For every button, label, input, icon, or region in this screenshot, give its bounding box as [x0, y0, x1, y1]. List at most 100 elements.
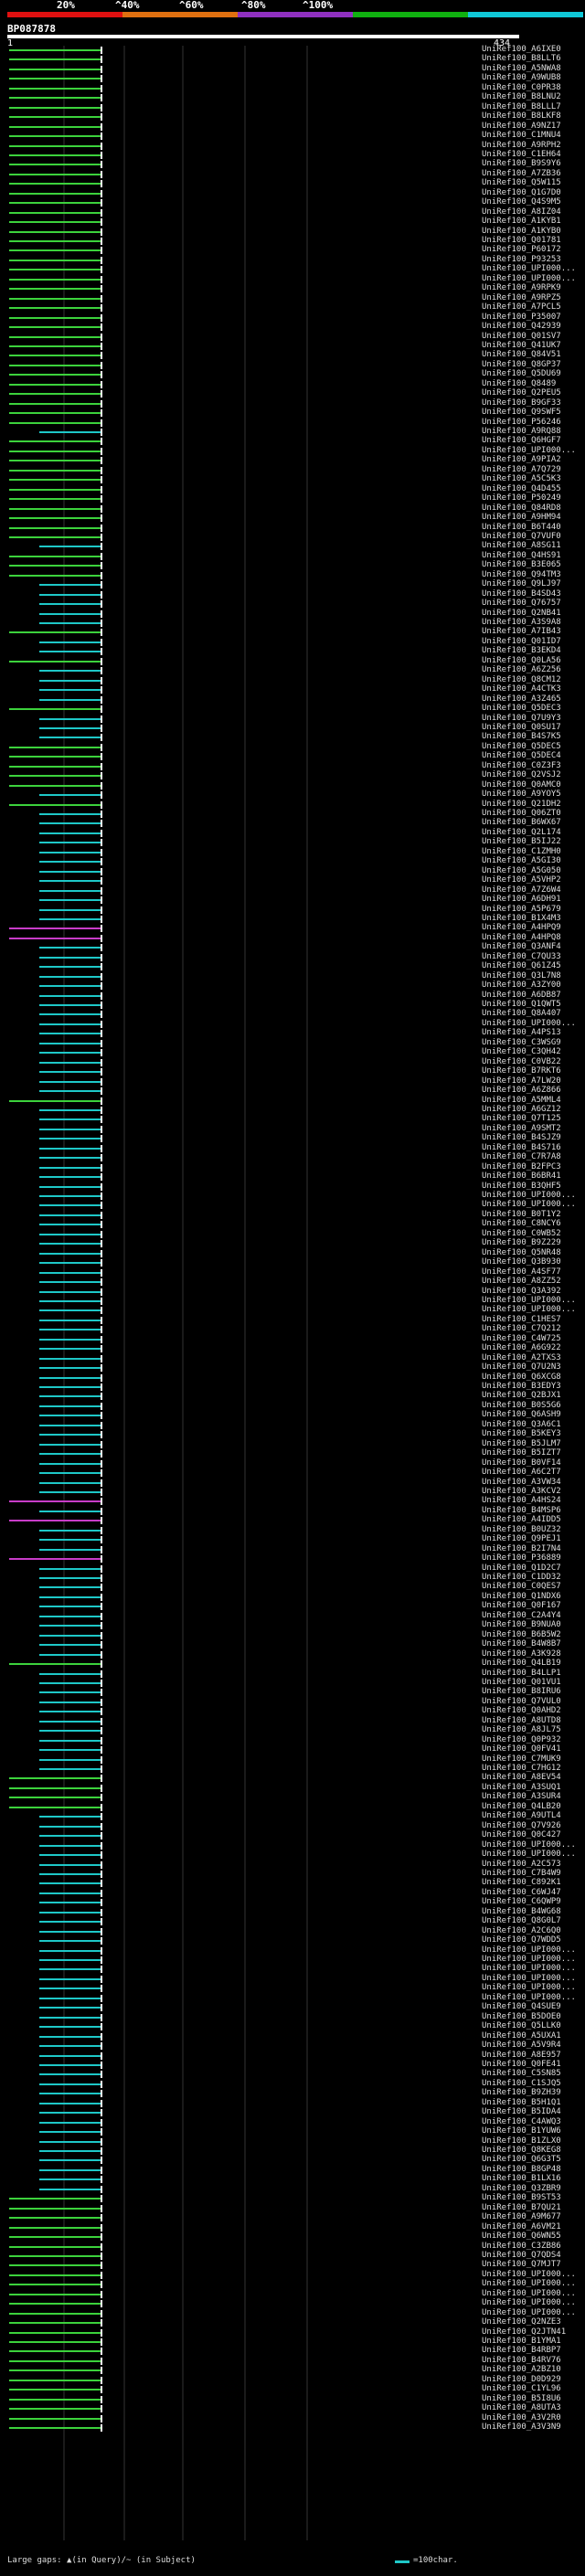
hit-alignment-bar[interactable] [39, 689, 101, 692]
hit-alignment-bar[interactable] [39, 1090, 101, 1093]
hit-label[interactable]: UniRef100_C6QWP9 [482, 1898, 561, 1906]
hit-label[interactable]: UniRef100_Q7T125 [482, 1115, 561, 1123]
hit-alignment-bar[interactable] [39, 1434, 101, 1436]
hit-label[interactable]: UniRef100_B5JLM7 [482, 1439, 561, 1448]
hit-alignment-bar[interactable] [9, 460, 101, 462]
hit-label[interactable]: UniRef100_Q4LB20 [482, 1802, 561, 1811]
hit-alignment-bar[interactable] [9, 2408, 101, 2411]
hit-label[interactable]: UniRef100_Q2VSJ2 [482, 771, 561, 779]
hit-label[interactable]: UniRef100_Q6XCG8 [482, 1373, 561, 1382]
hit-alignment-bar[interactable] [39, 1615, 101, 1617]
hit-label[interactable]: UniRef100_Q3ANF4 [482, 943, 561, 951]
hit-label[interactable]: UniRef100_C7R7A8 [482, 1153, 561, 1161]
hit-label[interactable]: UniRef100_UPI000... [482, 274, 576, 283]
hit-alignment-bar[interactable] [39, 1108, 101, 1111]
hit-label[interactable]: UniRef100_UPI000... [482, 2308, 576, 2317]
hit-alignment-bar[interactable] [39, 2168, 101, 2171]
hit-alignment-bar[interactable] [39, 1080, 101, 1083]
hit-label[interactable]: UniRef100_A1KYB0 [482, 227, 561, 236]
hit-label[interactable]: UniRef100_A6VM21 [482, 2222, 561, 2231]
hit-alignment-bar[interactable] [9, 2379, 101, 2381]
hit-alignment-bar[interactable] [39, 1348, 101, 1351]
hit-label[interactable]: UniRef100_C7Q212 [482, 1325, 561, 1333]
hit-label[interactable]: UniRef100_Q3L7N8 [482, 971, 561, 981]
hit-alignment-bar[interactable] [39, 2093, 101, 2095]
hit-label[interactable]: UniRef100_B5IZT7 [482, 1449, 561, 1458]
hit-alignment-bar[interactable] [9, 278, 101, 281]
hit-label[interactable]: UniRef100_Q9PEJ1 [482, 1535, 561, 1543]
hit-label[interactable]: UniRef100_Q4SUE9 [482, 2003, 561, 2011]
hit-alignment-bar[interactable] [39, 1357, 101, 1360]
hit-alignment-bar[interactable] [39, 1290, 101, 1293]
hit-label[interactable]: UniRef100_B1ZLX0 [482, 2136, 561, 2146]
hit-label[interactable]: UniRef100_A5GI30 [482, 857, 561, 865]
hit-alignment-bar[interactable] [39, 851, 101, 853]
hit-label[interactable]: UniRef100_A9RPK9 [482, 284, 561, 292]
hit-label[interactable]: UniRef100_B5IDA4 [482, 2108, 561, 2116]
hit-alignment-bar[interactable] [9, 2236, 101, 2239]
hit-label[interactable]: UniRef100_A9SMT2 [482, 1124, 561, 1133]
hit-alignment-bar[interactable] [39, 1367, 101, 1370]
hit-label[interactable]: UniRef100_UPI000... [482, 2299, 576, 2307]
hit-label[interactable]: UniRef100_B8IRU6 [482, 1688, 561, 1696]
hit-label[interactable]: UniRef100_A7PCL5 [482, 303, 561, 312]
hit-alignment-bar[interactable] [39, 1176, 101, 1179]
hit-alignment-bar[interactable] [9, 144, 101, 147]
hit-alignment-bar[interactable] [39, 1739, 101, 1742]
hit-alignment-bar[interactable] [39, 794, 101, 797]
hit-alignment-bar[interactable] [9, 211, 101, 214]
hit-alignment-bar[interactable] [9, 775, 101, 778]
hit-label[interactable]: UniRef100_C7HG12 [482, 1765, 561, 1773]
hit-alignment-bar[interactable] [9, 2254, 101, 2257]
hit-label[interactable]: UniRef100_A5G050 [482, 866, 561, 875]
hit-alignment-bar[interactable] [39, 1061, 101, 1064]
hit-alignment-bar[interactable] [39, 1749, 101, 1752]
hit-alignment-bar[interactable] [9, 479, 101, 482]
hit-label[interactable]: UniRef100_A4CTK3 [482, 685, 561, 694]
hit-alignment-bar[interactable] [9, 2274, 101, 2276]
hit-alignment-bar[interactable] [39, 1949, 101, 1952]
hit-label[interactable]: UniRef100_D0D929 [482, 2375, 561, 2384]
hit-label[interactable]: UniRef100_A4HS24 [482, 1497, 561, 1505]
hit-alignment-bar[interactable] [9, 488, 101, 491]
hit-alignment-bar[interactable] [39, 1720, 101, 1723]
hit-label[interactable]: UniRef100_B0VF14 [482, 1458, 561, 1468]
hit-label[interactable]: UniRef100_Q1NDX6 [482, 1592, 561, 1601]
hit-label[interactable]: UniRef100_A8SG11 [482, 542, 561, 550]
hit-alignment-bar[interactable] [39, 2026, 101, 2029]
hit-label[interactable]: UniRef100_P56246 [482, 418, 561, 427]
hit-label[interactable]: UniRef100_A9RQ88 [482, 428, 561, 436]
hit-label[interactable]: UniRef100_C0Z3F3 [482, 761, 561, 770]
hit-label[interactable]: UniRef100_A2C6Q0 [482, 1926, 561, 1935]
hit-alignment-bar[interactable] [9, 412, 101, 415]
hit-label[interactable]: UniRef100_Q4LB19 [482, 1659, 561, 1668]
hit-alignment-bar[interactable] [39, 2121, 101, 2124]
hit-alignment-bar[interactable] [9, 660, 101, 663]
hit-alignment-bar[interactable] [9, 2341, 101, 2343]
hit-alignment-bar[interactable] [39, 813, 101, 815]
hit-alignment-bar[interactable] [39, 593, 101, 596]
hit-label[interactable]: UniRef100_B4S7K5 [482, 733, 561, 741]
hit-alignment-bar[interactable] [9, 202, 101, 205]
hit-label[interactable]: UniRef100_A8UTA3 [482, 2404, 561, 2412]
hit-alignment-bar[interactable] [39, 2188, 101, 2190]
hit-alignment-bar[interactable] [39, 2007, 101, 2009]
hit-alignment-bar[interactable] [9, 756, 101, 758]
hit-alignment-bar[interactable] [9, 1520, 101, 1522]
hit-label[interactable]: UniRef100_B8GP48 [482, 2165, 561, 2174]
hit-alignment-bar[interactable] [39, 1577, 101, 1579]
hit-label[interactable]: UniRef100_A4HPQ8 [482, 933, 561, 942]
hit-label[interactable]: UniRef100_UPI000... [482, 1306, 576, 1314]
hit-alignment-bar[interactable] [9, 106, 101, 109]
hit-alignment-bar[interactable] [39, 1271, 101, 1274]
hit-label[interactable]: UniRef100_A5V9R4 [482, 2041, 561, 2050]
hit-label[interactable]: UniRef100_Q8489 [482, 379, 556, 388]
hit-label[interactable]: UniRef100_Q2JTN41 [482, 2327, 566, 2337]
hit-alignment-bar[interactable] [39, 917, 101, 920]
hit-label[interactable]: UniRef100_Q5DEC4 [482, 752, 561, 760]
hit-label[interactable]: UniRef100_A5C5K3 [482, 475, 561, 483]
hit-alignment-bar[interactable] [9, 421, 101, 424]
hit-alignment-bar[interactable] [39, 1691, 101, 1694]
hit-label[interactable]: UniRef100_C7B4W9 [482, 1869, 561, 1878]
hit-alignment-bar[interactable] [9, 2369, 101, 2372]
